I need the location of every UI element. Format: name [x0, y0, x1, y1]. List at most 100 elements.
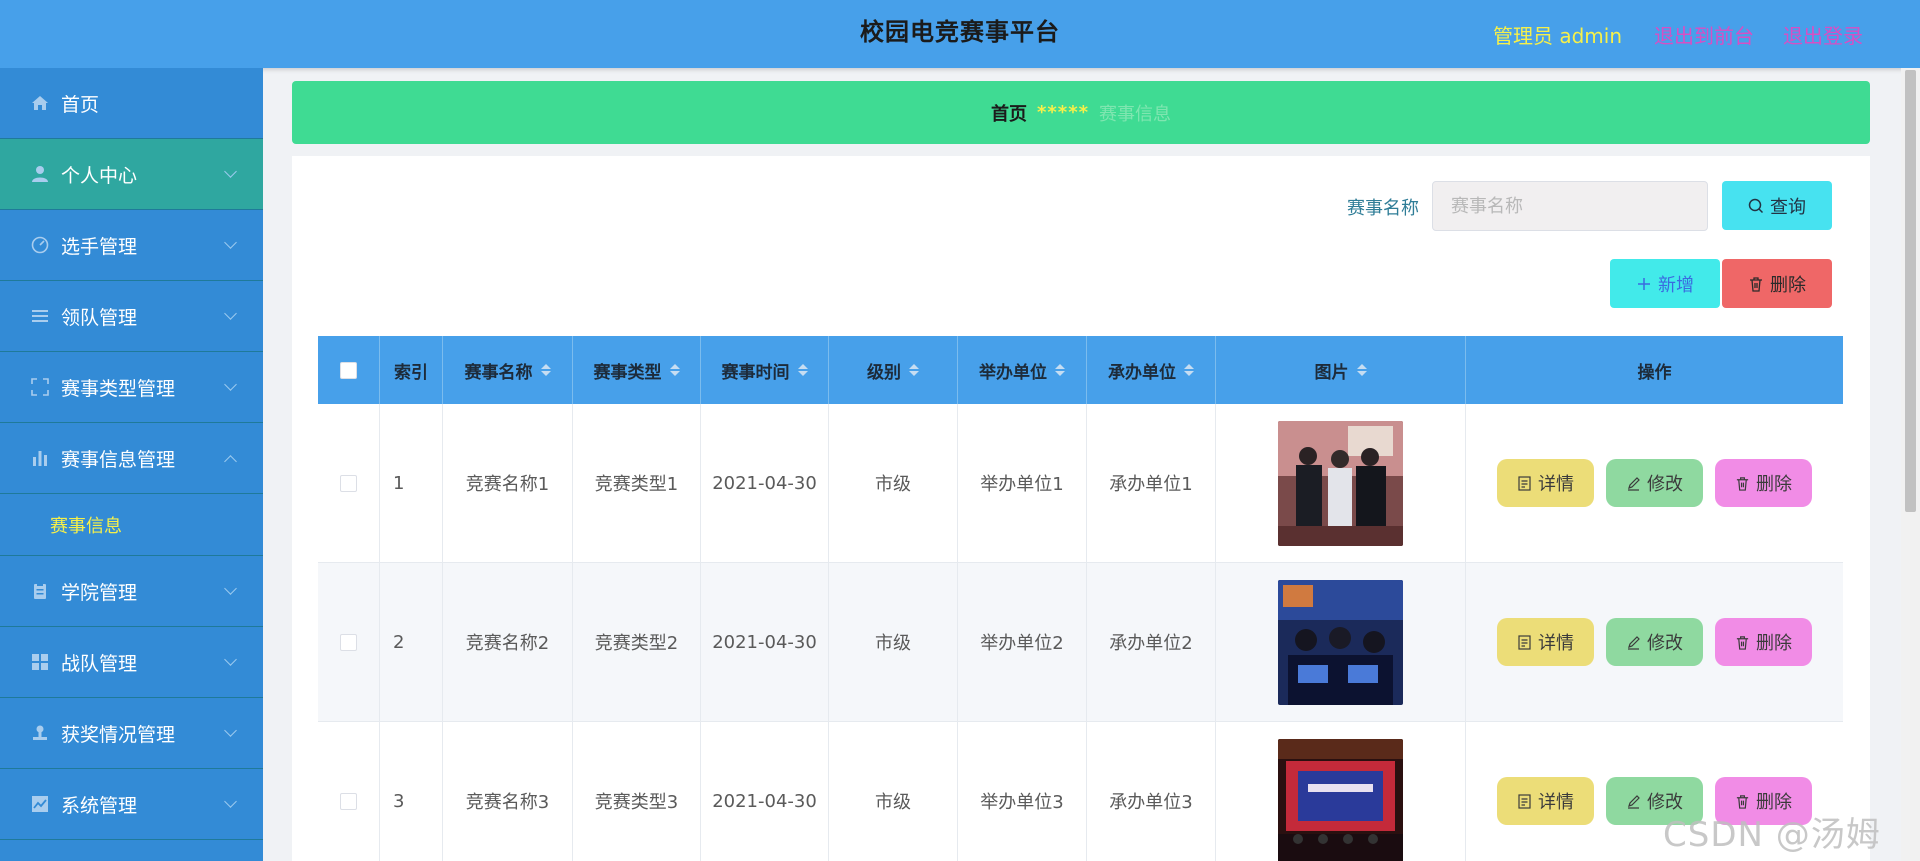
search-input[interactable] — [1432, 181, 1708, 231]
cell-host: 举办单位2 — [958, 563, 1087, 721]
edit-button[interactable]: 修改 — [1606, 459, 1703, 507]
delete-button[interactable]: 删除 — [1715, 618, 1812, 666]
table-row: 1 竞赛名称1 竞赛类型1 2021-04-30 市级 举办单位1 承办单位1 … — [318, 404, 1843, 563]
submenu-item-event-info[interactable]: 赛事信息 — [0, 494, 263, 556]
search-icon — [1748, 198, 1764, 213]
sidebar-item-profile[interactable]: 个人中心 — [0, 139, 263, 210]
logout-link[interactable]: 退出登录 — [1783, 20, 1863, 49]
header-organizer[interactable]: 承办单位 — [1087, 336, 1216, 404]
sidebar-item-home[interactable]: 首页 — [0, 68, 263, 139]
edit-icon — [1628, 635, 1640, 650]
vertical-scrollbar[interactable] — [1901, 68, 1920, 861]
sidebar-item-label: 赛事类型管理 — [61, 377, 176, 400]
bulk-delete-button-label: 删除 — [1770, 274, 1806, 296]
chevron-up-icon — [224, 455, 237, 468]
chevron-down-icon — [224, 795, 237, 808]
sidebar-item-label: 战队管理 — [61, 652, 138, 675]
trash-icon — [1736, 635, 1749, 650]
sidebar-item-teams[interactable]: 战队管理 — [0, 627, 263, 698]
chevron-down-icon — [224, 378, 237, 391]
breadcrumb-current: 赛事信息 — [1099, 103, 1172, 125]
header-label: 级别 — [867, 362, 901, 383]
sort-icon[interactable] — [540, 364, 551, 376]
table-row: 3 竞赛名称3 竞赛类型3 2021-04-30 市级 举办单位3 承办单位3 … — [318, 722, 1843, 861]
cell-event-type: 竞赛类型2 — [573, 563, 701, 721]
detail-button-label: 详情 — [1538, 633, 1574, 654]
header-event-time[interactable]: 赛事时间 — [701, 336, 829, 404]
header-level[interactable]: 级别 — [829, 336, 958, 404]
breadcrumb: 首页 ***** 赛事信息 — [292, 81, 1870, 144]
detail-button[interactable]: 详情 — [1497, 459, 1594, 507]
chevron-down-icon — [224, 582, 237, 595]
row-checkbox[interactable] — [340, 474, 357, 492]
clipboard-icon — [30, 581, 50, 601]
sidebar-item-awards[interactable]: 获奖情况管理 — [0, 698, 263, 769]
sidebar-item-label: 获奖情况管理 — [61, 723, 176, 746]
app-title: 校园电竞赛事平台 — [860, 18, 1060, 46]
cell-index: 3 — [380, 722, 443, 861]
cell-event-type: 竞赛类型3 — [573, 722, 701, 861]
detail-button[interactable]: 详情 — [1497, 777, 1594, 825]
sidebar-item-label: 个人中心 — [61, 164, 138, 187]
delete-button-label: 删除 — [1756, 474, 1792, 495]
edit-icon — [1628, 794, 1640, 809]
detail-button[interactable]: 详情 — [1497, 618, 1594, 666]
sidebar: 首页 个人中心 选手管理 领队管理 赛事类型管理 赛事信息管理 赛事信息 学院管… — [0, 68, 263, 861]
header-index: 索引 — [380, 336, 443, 404]
event-photo — [1278, 579, 1403, 705]
edit-button[interactable]: 修改 — [1606, 618, 1703, 666]
sidebar-item-players[interactable]: 选手管理 — [0, 210, 263, 281]
sidebar-item-system[interactable]: 系统管理 — [0, 769, 263, 840]
sort-icon[interactable] — [909, 364, 919, 376]
sidebar-item-event-types[interactable]: 赛事类型管理 — [0, 352, 263, 423]
bulk-delete-button[interactable]: 删除 — [1722, 259, 1832, 308]
trash-icon — [1750, 276, 1762, 292]
cell-image — [1216, 404, 1466, 562]
sort-icon[interactable] — [1356, 364, 1367, 376]
sidebar-item-label: 首页 — [61, 93, 100, 116]
sort-icon[interactable] — [797, 364, 808, 376]
cell-host: 举办单位1 — [958, 404, 1087, 562]
header-label: 承办单位 — [1108, 362, 1176, 383]
cell-actions: 详情 修改 删除 — [1466, 563, 1843, 721]
sort-icon[interactable] — [669, 364, 680, 376]
sidebar-item-colleges[interactable]: 学院管理 — [0, 556, 263, 627]
cell-event-name: 竞赛名称3 — [443, 722, 573, 861]
select-all-checkbox[interactable] — [340, 361, 357, 379]
exit-to-front-link[interactable]: 退出到前台 — [1654, 20, 1754, 49]
add-button[interactable]: 新增 — [1610, 259, 1720, 308]
cell-event-name: 竞赛名称1 — [443, 404, 573, 562]
header-label: 赛事类型 — [593, 362, 662, 383]
table-header: 索引 赛事名称 赛事类型 赛事时间 级别 举办单位 承办单位 图片 操作 — [318, 336, 1843, 404]
breadcrumb-home[interactable]: 首页 — [991, 100, 1027, 126]
header-label: 举办单位 — [979, 362, 1047, 383]
header-event-name[interactable]: 赛事名称 — [443, 336, 573, 404]
stamp-icon — [30, 723, 50, 743]
row-checkbox[interactable] — [340, 633, 357, 651]
sort-icon[interactable] — [1184, 364, 1194, 376]
bar-chart-icon — [30, 448, 50, 468]
delete-button[interactable]: 删除 — [1715, 459, 1812, 507]
watermark: CSDN @汤姆yu — [1663, 815, 1881, 861]
scrollbar-thumb[interactable] — [1905, 70, 1916, 512]
cell-level: 市级 — [829, 404, 958, 562]
chevron-down-icon — [224, 653, 237, 666]
cell-event-time: 2021-04-30 — [701, 722, 829, 861]
cell-event-time: 2021-04-30 — [701, 404, 829, 562]
header-host[interactable]: 举办单位 — [958, 336, 1087, 404]
row-checkbox[interactable] — [340, 792, 357, 810]
query-button[interactable]: 查询 — [1722, 181, 1832, 230]
header-image[interactable]: 图片 — [1216, 336, 1466, 404]
sidebar-item-event-info[interactable]: 赛事信息管理 — [0, 423, 263, 494]
cell-organizer: 承办单位1 — [1087, 404, 1216, 562]
cell-level: 市级 — [829, 563, 958, 721]
cell-event-time: 2021-04-30 — [701, 563, 829, 721]
cell-event-name: 竞赛名称2 — [443, 563, 573, 721]
trash-icon — [1736, 476, 1749, 491]
sidebar-item-leaders[interactable]: 领队管理 — [0, 281, 263, 352]
list-icon — [30, 306, 50, 326]
sort-icon[interactable] — [1055, 364, 1065, 376]
chart-icon — [30, 794, 50, 814]
query-button-label: 查询 — [1770, 196, 1806, 218]
header-event-type[interactable]: 赛事类型 — [573, 336, 701, 404]
